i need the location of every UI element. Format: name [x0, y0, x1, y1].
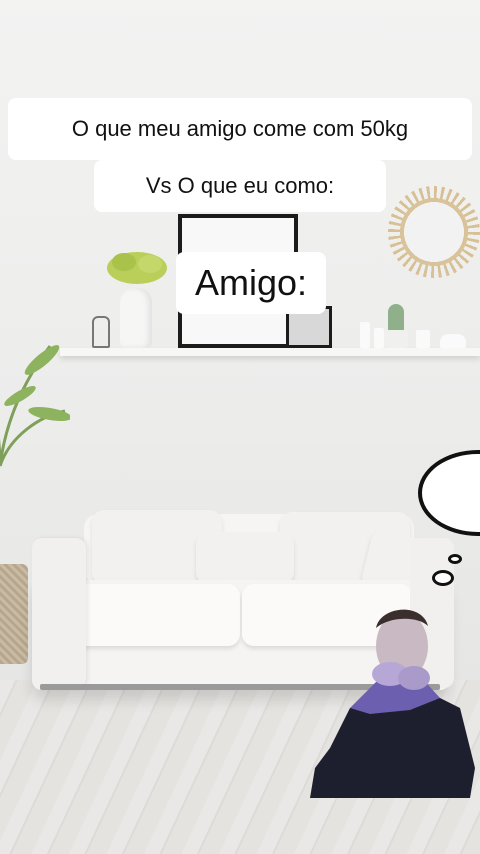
vase [120, 288, 152, 348]
candle [360, 322, 370, 348]
decor-jar [416, 330, 430, 348]
sofa-pillow [196, 532, 294, 584]
wall-shelf [60, 348, 480, 356]
palm-plant [0, 345, 70, 467]
person-cutout [310, 609, 475, 798]
caption-amigo-label: Amigo: [176, 252, 326, 314]
plant-pot [384, 330, 408, 348]
vase-plant [107, 252, 167, 284]
caption-line-1: O que meu amigo come com 50kg [8, 98, 472, 160]
wicker-basket [0, 564, 28, 664]
caption-line-2: Vs O que eu como: [94, 160, 386, 212]
sofa-arm-left [32, 538, 86, 688]
thought-bubble-dot [432, 570, 454, 586]
sofa-seat [70, 584, 240, 646]
decor-bowl [440, 334, 466, 348]
lantern [92, 316, 110, 348]
candle [374, 328, 384, 348]
sunburst-mirror [388, 186, 480, 278]
thought-bubble-dot [448, 554, 462, 564]
